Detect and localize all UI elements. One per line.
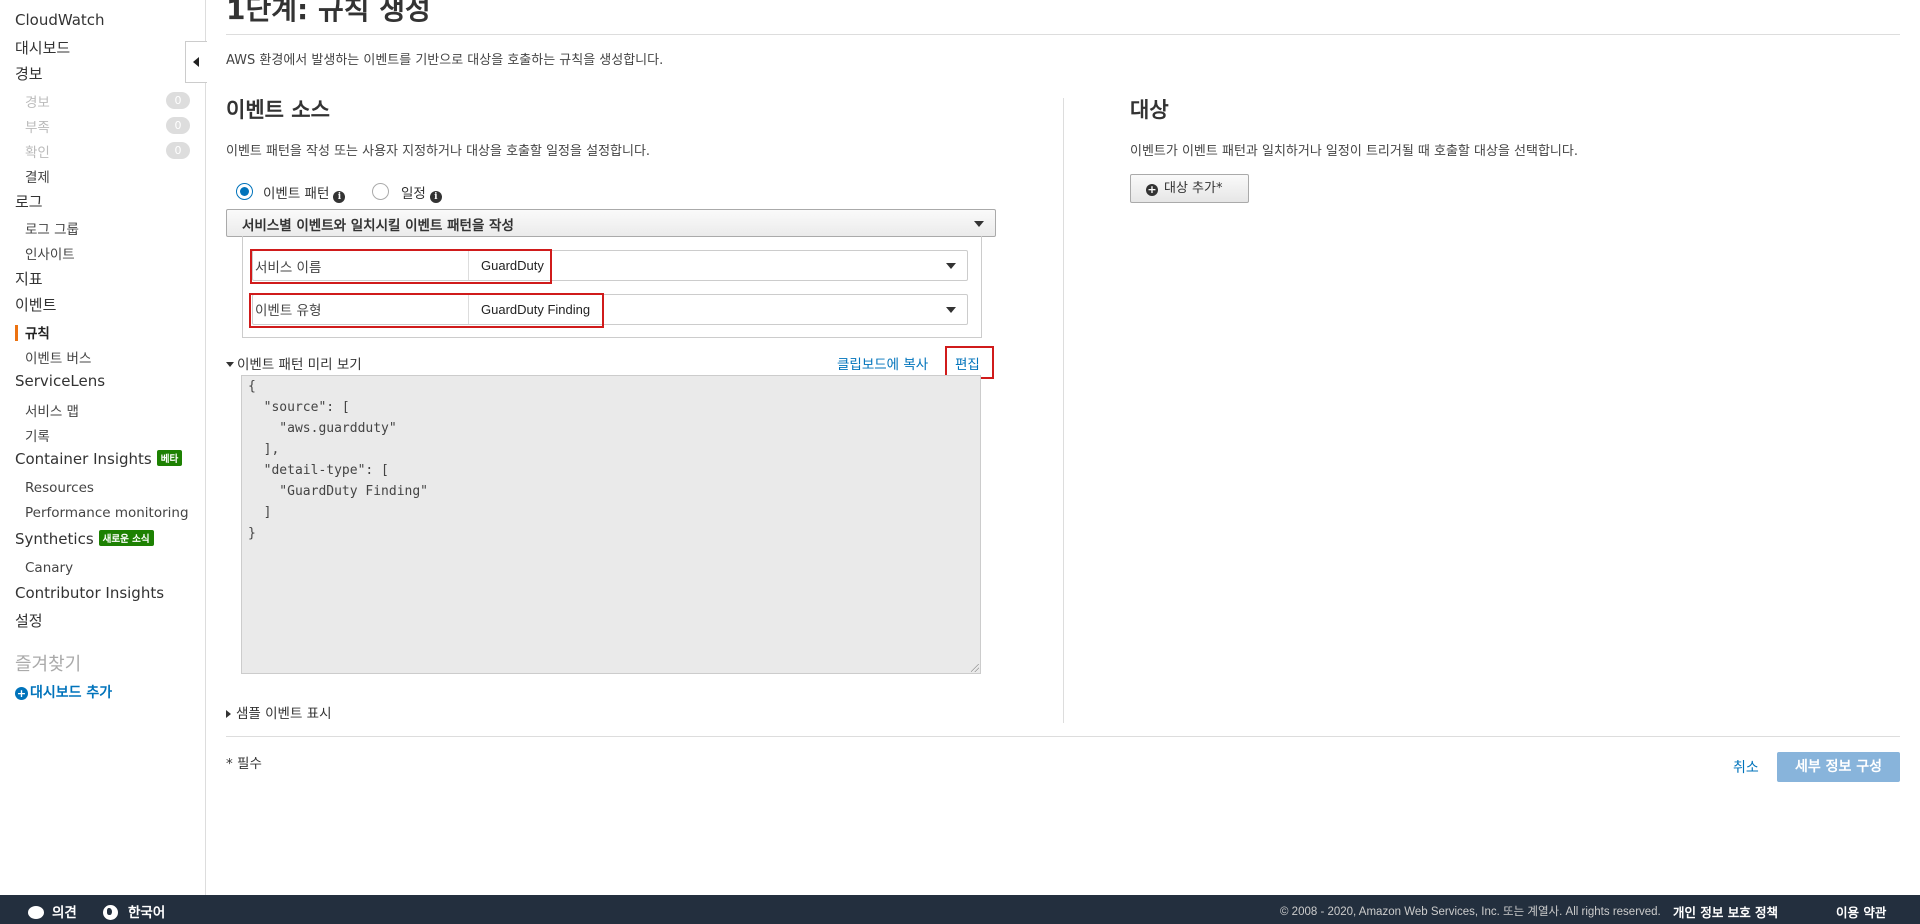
code-line: "source": [ — [248, 400, 350, 415]
feedback-button[interactable]: 의견 — [28, 901, 77, 921]
sidebar-item-billing[interactable]: 결제 — [25, 166, 50, 186]
app-root: CloudWatch 대시보드 경보 경보 0 부족 0 확인 0 결제 로그 … — [0, 0, 1920, 924]
add-target-label: 대상 추가* — [1164, 181, 1223, 196]
title-divider — [226, 34, 1900, 35]
event-pattern-preview-toggle[interactable]: 이벤트 패턴 미리 보기 — [226, 353, 362, 373]
schedule-radio[interactable] — [372, 183, 389, 200]
chevron-down-icon — [946, 307, 956, 313]
collapse-sidebar-button[interactable] — [185, 41, 207, 83]
synthetics-label: Synthetics — [15, 530, 94, 548]
chevron-down-icon — [946, 263, 956, 269]
favorites-title: 즐겨찾기 — [15, 654, 82, 675]
insufficient-count-badge: 0 — [166, 117, 190, 134]
active-indicator — [15, 325, 18, 341]
configure-details-button[interactable]: 세부 정보 구성 — [1777, 752, 1900, 782]
sidebar-item-contributor-insights[interactable]: Contributor Insights — [15, 584, 164, 602]
sidebar-item-container-insights[interactable]: Container Insights 베타 — [15, 450, 183, 468]
sidebar-item-performance-monitoring[interactable]: Performance monitoring — [25, 505, 189, 521]
code-line: { — [248, 379, 256, 394]
cancel-link[interactable]: 취소 — [1733, 757, 1759, 777]
terms-link[interactable]: 이용 약관 — [1836, 902, 1886, 921]
sidebar-item-service-map[interactable]: 서비스 맵 — [25, 400, 79, 420]
info-icon[interactable]: i — [333, 191, 346, 203]
container-insights-label: Container Insights — [15, 450, 152, 468]
language-label: 한국어 — [128, 905, 166, 921]
sidebar-item-event-buses[interactable]: 이벤트 버스 — [25, 347, 91, 367]
sidebar-item-alarm-insufficient[interactable]: 부족 — [25, 116, 50, 136]
highlight-event-type — [249, 293, 604, 328]
event-source-title: 이벤트 소스 — [226, 98, 330, 122]
code-line: "GuardDuty Finding" — [248, 484, 429, 499]
sidebar-item-log-groups[interactable]: 로그 그룹 — [25, 218, 79, 238]
page-description: AWS 환경에서 발생하는 이벤트를 기반으로 대상을 호출하는 규칙을 생성합… — [226, 53, 664, 68]
info-icon[interactable]: i — [429, 191, 442, 203]
bottom-divider — [226, 736, 1900, 737]
sidebar-item-servicelens[interactable]: ServiceLens — [15, 372, 105, 390]
alarm-count-badge: 0 — [166, 92, 190, 109]
plus-circle-icon: + — [1146, 183, 1158, 196]
add-dashboard-label: 대시보드 추가 — [30, 685, 113, 701]
code-line: ] — [248, 505, 272, 520]
event-source-description: 이벤트 패턴을 작성 또는 사용자 지정하거나 대상을 호출할 일정을 설정합니… — [226, 144, 651, 159]
sidebar-item-events[interactable]: 이벤트 — [15, 294, 56, 315]
add-target-button[interactable]: + 대상 추가* — [1130, 174, 1249, 203]
sidebar-item-dashboards[interactable]: 대시보드 — [15, 37, 70, 58]
event-pattern-radio-label[interactable]: 이벤트 패턴 i — [263, 182, 346, 203]
language-selector[interactable]: 한국어 — [103, 901, 165, 921]
column-divider — [1063, 98, 1064, 723]
sidebar-item-alarms[interactable]: 경보 — [15, 63, 43, 84]
highlight-service-name — [250, 249, 552, 284]
beta-badge: 베타 — [156, 450, 183, 466]
plus-circle-icon: + — [15, 687, 28, 700]
show-sample-event-label: 샘플 이벤트 표시 — [236, 706, 332, 722]
sidebar-item-traces[interactable]: 기록 — [25, 425, 50, 445]
speech-bubble-icon — [28, 906, 44, 919]
sidebar-item-insights[interactable]: 인사이트 — [25, 243, 75, 263]
sidebar-item-logs[interactable]: 로그 — [15, 191, 43, 212]
caret-down-icon — [226, 362, 234, 367]
code-line: "detail-type": [ — [248, 463, 389, 478]
pattern-type-select[interactable]: 서비스별 이벤트와 일치시킬 이벤트 패턴을 작성 — [226, 209, 996, 237]
caret-right-icon — [226, 710, 231, 718]
new-badge: 새로운 소식 — [98, 530, 154, 546]
targets-title: 대상 — [1130, 98, 1169, 122]
pattern-type-select-value: 서비스별 이벤트와 일치시킬 이벤트 패턴을 작성 — [242, 218, 514, 234]
sidebar-item-alarm-in-alarm[interactable]: 경보 — [25, 91, 50, 111]
required-note: * 필수 — [226, 756, 262, 772]
sidebar: CloudWatch 대시보드 경보 경보 0 부족 0 확인 0 결제 로그 … — [0, 0, 206, 895]
sidebar-item-resources[interactable]: Resources — [25, 480, 94, 496]
copy-to-clipboard-link[interactable]: 클립보드에 복사 — [837, 353, 928, 373]
targets-description: 이벤트가 이벤트 패턴과 일치하거나 일정이 트리거될 때 호출할 대상을 선택… — [1130, 144, 1578, 159]
copyright-text: © 2008 - 2020, Amazon Web Services, Inc.… — [1280, 906, 1661, 918]
sidebar-item-canary[interactable]: Canary — [25, 560, 73, 576]
show-sample-event-toggle[interactable]: 샘플 이벤트 표시 — [226, 702, 332, 722]
code-line: "aws.guardduty" — [248, 421, 397, 436]
sidebar-item-rules[interactable]: 규칙 — [25, 322, 50, 342]
event-pattern-text: 이벤트 패턴 — [263, 186, 330, 202]
code-line: ], — [248, 442, 280, 457]
sidebar-item-cloudwatch[interactable]: CloudWatch — [15, 11, 105, 29]
feedback-label: 의견 — [52, 905, 77, 921]
footer: 의견 한국어 © 2008 - 2020, Amazon Web Service… — [0, 895, 1920, 924]
sidebar-item-synthetics[interactable]: Synthetics 새로운 소식 — [15, 530, 154, 548]
page-title: 1단계: 규칙 생성 — [226, 0, 431, 26]
sidebar-item-alarm-ok[interactable]: 확인 — [25, 141, 50, 161]
sidebar-item-metrics[interactable]: 지표 — [15, 268, 43, 289]
sidebar-item-settings[interactable]: 설정 — [15, 610, 43, 631]
event-pattern-code[interactable]: { "source": [ "aws.guardduty" ], "detail… — [241, 375, 981, 674]
add-dashboard-link[interactable]: + 대시보드 추가 — [15, 682, 112, 702]
event-pattern-preview-label: 이벤트 패턴 미리 보기 — [237, 357, 362, 373]
event-pattern-radio[interactable] — [236, 183, 253, 200]
ok-count-badge: 0 — [166, 142, 190, 159]
privacy-policy-link[interactable]: 개인 정보 보호 정책 — [1673, 902, 1778, 921]
chevron-down-icon — [974, 221, 984, 227]
schedule-radio-label[interactable]: 일정 i — [401, 182, 442, 203]
code-line: } — [248, 526, 256, 541]
schedule-text: 일정 — [401, 186, 426, 202]
resize-handle[interactable] — [971, 664, 979, 672]
globe-icon — [103, 905, 118, 920]
